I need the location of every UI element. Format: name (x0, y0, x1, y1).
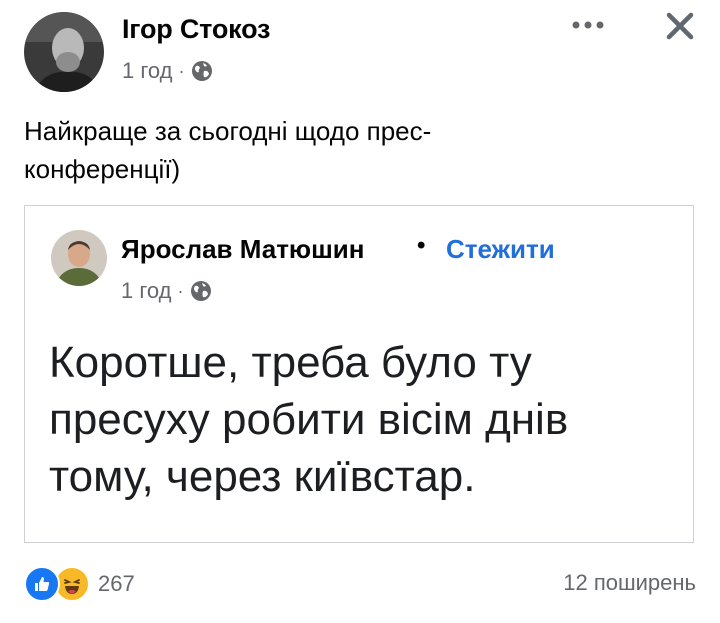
post-time[interactable]: 1 год (122, 58, 172, 84)
post-meta: 1 год · (122, 58, 214, 84)
reactions-summary[interactable]: 267 (24, 566, 135, 602)
reaction-count: 267 (98, 571, 135, 596)
close-icon (666, 12, 694, 40)
shared-post-text: Коротше, треба було ту пресуху робити ві… (49, 338, 569, 501)
follow-button[interactable]: Стежити (446, 234, 555, 265)
shared-author-name[interactable]: Ярослав Матюшин (121, 234, 364, 265)
shared-post-time[interactable]: 1 год (121, 278, 171, 304)
globe-icon[interactable] (189, 279, 213, 303)
like-icon (24, 566, 60, 602)
author-name[interactable]: Ігор Стокоз (122, 14, 270, 45)
shared-meta-separator: · (177, 280, 184, 301)
more-options-icon (572, 21, 604, 29)
shares-count[interactable]: 12 поширень (563, 570, 696, 596)
meta-separator: · (178, 60, 185, 81)
shared-author-avatar[interactable] (51, 230, 107, 286)
follow-separator: • (417, 232, 426, 259)
close-button[interactable] (656, 4, 704, 48)
more-options-button[interactable] (566, 10, 610, 40)
author-avatar[interactable] (24, 12, 104, 92)
globe-icon[interactable] (190, 59, 214, 83)
shared-post-meta: 1 год · (121, 278, 213, 304)
shared-post-card[interactable]: Ярослав Матюшин • Стежити 1 год · Коротш… (24, 205, 694, 543)
post-text: Найкраще за сьогодні щодо прес-конференц… (24, 116, 432, 184)
